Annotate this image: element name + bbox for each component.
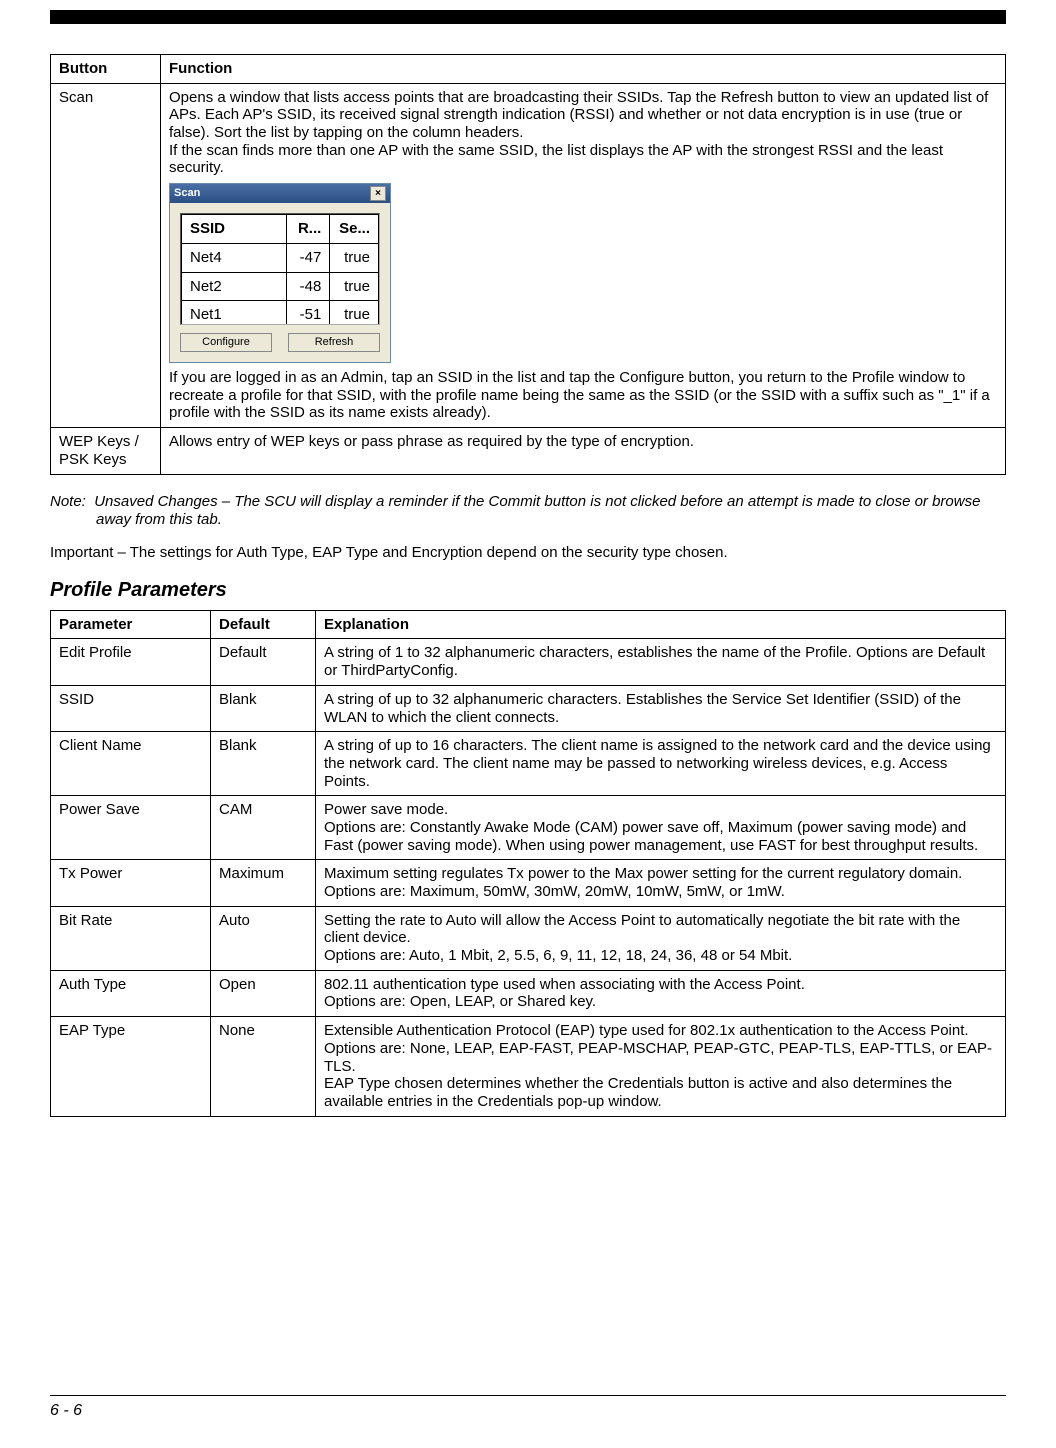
col-header-function: Function: [161, 55, 1006, 84]
col-rssi[interactable]: R...: [287, 215, 330, 244]
footer-rule: [50, 1395, 1006, 1396]
cell-function: Opens a window that lists access points …: [161, 83, 1006, 427]
list-item[interactable]: Net2-48true: [182, 272, 379, 301]
table-row: Scan Opens a window that lists access po…: [51, 83, 1006, 427]
table-row: Client NameBlankA string of up to 16 cha…: [51, 732, 1006, 796]
cell-button: Scan: [51, 83, 161, 427]
note-label: Note:: [50, 493, 86, 510]
important-text: Important – The settings for Auth Type, …: [50, 544, 1006, 563]
table-row: SSIDBlankA string of up to 32 alphanumer…: [51, 685, 1006, 731]
list-item[interactable]: Net1-51true: [182, 301, 379, 325]
close-icon[interactable]: ×: [370, 186, 386, 201]
section-heading: Profile Parameters: [50, 579, 1006, 602]
refresh-button[interactable]: Refresh: [288, 333, 380, 352]
scan-title: Scan: [174, 187, 200, 200]
col-ssid[interactable]: SSID: [182, 215, 287, 244]
table-row: Edit ProfileDefaultA string of 1 to 32 a…: [51, 639, 1006, 685]
scan-titlebar: Scan ×: [170, 184, 390, 203]
table-row: EAP TypeNoneExtensible Authentication Pr…: [51, 1017, 1006, 1116]
table-row: WEP Keys / PSK Keys Allows entry of WEP …: [51, 428, 1006, 474]
button-function-table: Button Function Scan Opens a window that…: [50, 54, 1006, 475]
col-header-explanation: Explanation: [316, 610, 1006, 639]
note-body: Unsaved Changes – The SCU will display a…: [94, 493, 980, 529]
table-row: Power SaveCAMPower save mode. Options ar…: [51, 796, 1006, 860]
scan-window: Scan × SSID R... Se... Net4-47true: [169, 183, 391, 363]
scan-list[interactable]: SSID R... Se... Net4-47true Net2-48true …: [180, 213, 380, 325]
col-header-default: Default: [211, 610, 316, 639]
cell-button: WEP Keys / PSK Keys: [51, 428, 161, 474]
table-row: Bit RateAutoSetting the rate to Auto wil…: [51, 906, 1006, 970]
table-row: Tx PowerMaximumMaximum setting regulates…: [51, 860, 1006, 906]
col-sec[interactable]: Se...: [330, 215, 379, 244]
scan-desc-2: If the scan finds more than one AP with …: [169, 142, 997, 177]
col-header-parameter: Parameter: [51, 610, 211, 639]
scan-desc-1: Opens a window that lists access points …: [169, 89, 997, 142]
col-header-button: Button: [51, 55, 161, 84]
scan-list-header[interactable]: SSID R... Se...: [182, 215, 379, 244]
note-text: Note: Unsaved Changes – The SCU will dis…: [50, 493, 1006, 531]
cell-function: Allows entry of WEP keys or pass phrase …: [161, 428, 1006, 474]
table-header-row: Parameter Default Explanation: [51, 610, 1006, 639]
list-item[interactable]: Net4-47true: [182, 243, 379, 272]
scan-desc-3: If you are logged in as an Admin, tap an…: [169, 369, 997, 422]
table-header-row: Button Function: [51, 55, 1006, 84]
scan-buttons: Configure Refresh: [180, 333, 380, 352]
configure-button[interactable]: Configure: [180, 333, 272, 352]
scan-body: SSID R... Se... Net4-47true Net2-48true …: [170, 203, 390, 362]
profile-parameters-table: Parameter Default Explanation Edit Profi…: [50, 610, 1006, 1117]
header-bar: [50, 10, 1006, 24]
page-number: 6 - 6: [50, 1402, 82, 1420]
table-row: Auth TypeOpen802.11 authentication type …: [51, 970, 1006, 1016]
